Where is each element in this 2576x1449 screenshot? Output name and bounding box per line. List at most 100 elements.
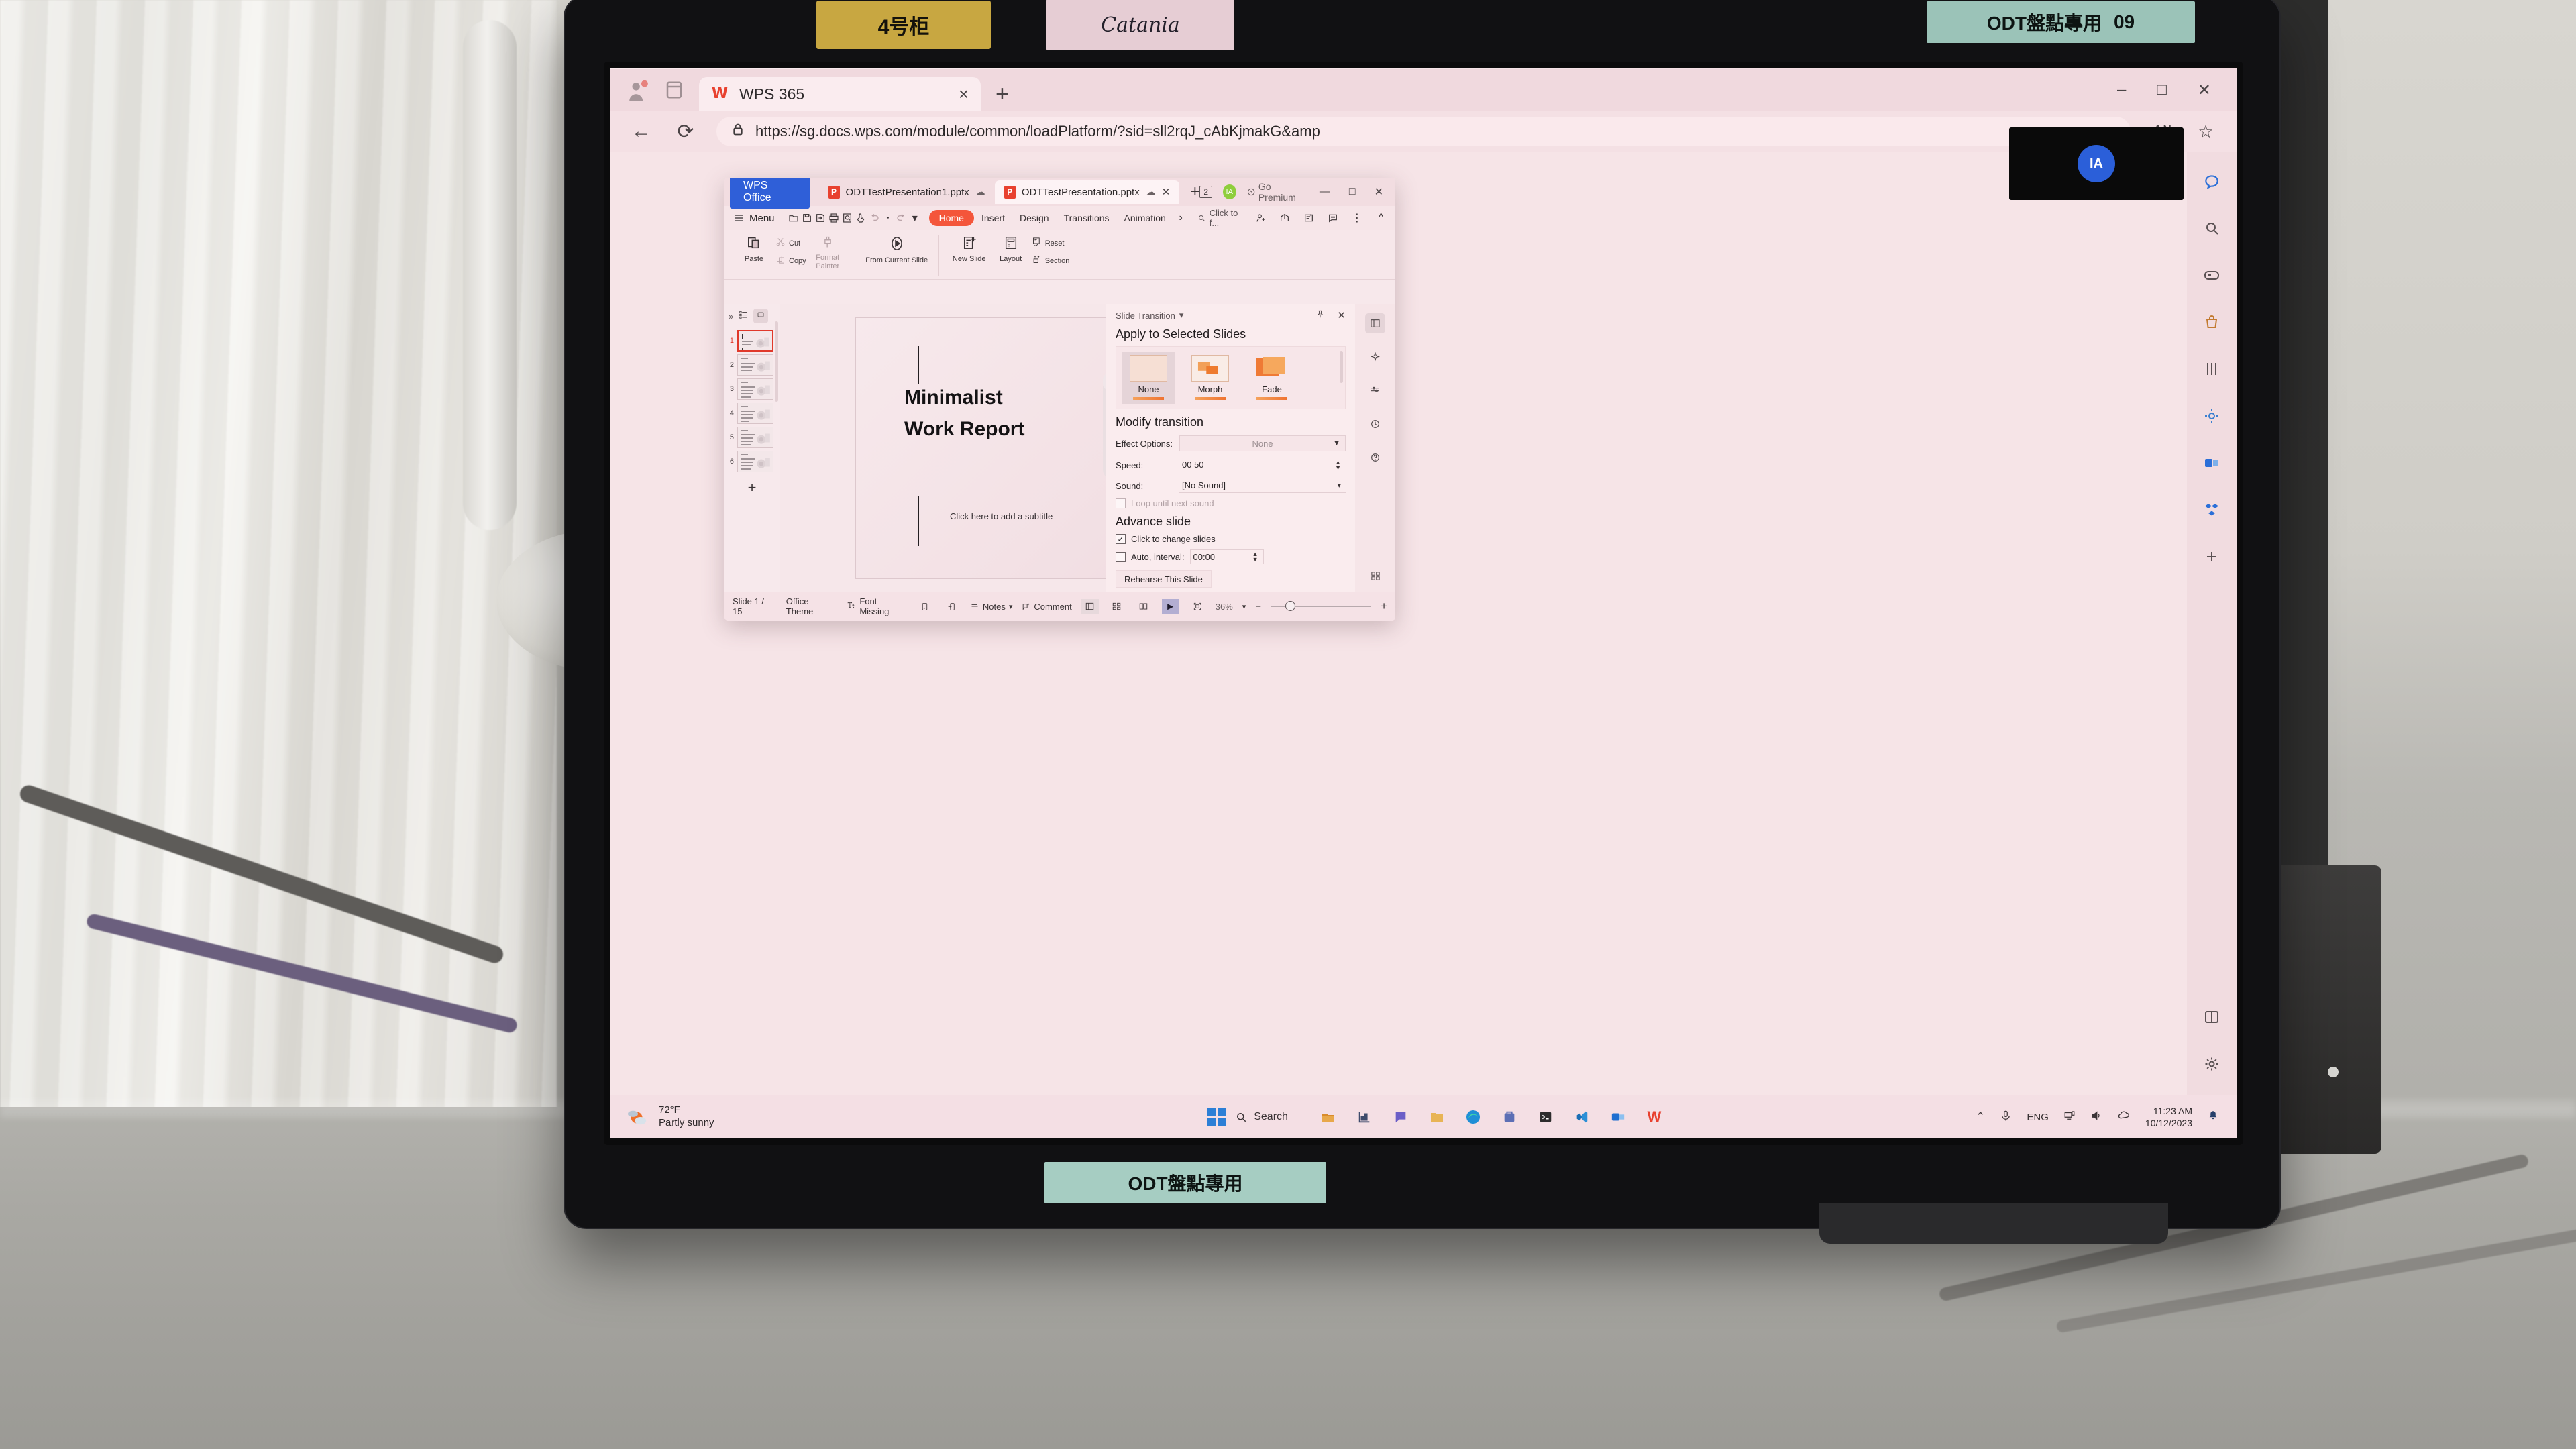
wps-tab-close-icon[interactable]: ✕ bbox=[1162, 186, 1171, 198]
copy-button[interactable]: Copy bbox=[775, 254, 806, 267]
go-premium-button[interactable]: Go Premium bbox=[1247, 181, 1305, 203]
undo-icon[interactable] bbox=[867, 209, 881, 227]
taskbar-folder-icon[interactable] bbox=[1424, 1104, 1450, 1130]
wps-maximize-button[interactable]: □ bbox=[1345, 186, 1360, 198]
taskbar-chat-icon[interactable] bbox=[1387, 1104, 1414, 1130]
back-icon[interactable]: ← bbox=[628, 118, 655, 145]
ribbon-tab-design[interactable]: Design bbox=[1012, 210, 1057, 226]
effects-icon[interactable] bbox=[1365, 347, 1385, 367]
split-screen-icon[interactable] bbox=[2198, 1003, 2226, 1031]
zoom-in-button[interactable]: + bbox=[1381, 600, 1387, 613]
taskbar-file-explorer-icon[interactable] bbox=[1315, 1104, 1342, 1130]
outline-view-icon[interactable] bbox=[739, 310, 748, 323]
transition-morph[interactable]: Morph bbox=[1184, 352, 1236, 404]
redo-icon[interactable] bbox=[895, 209, 908, 227]
browser-tab-wps365[interactable]: W WPS 365 × bbox=[699, 77, 981, 111]
sound-select[interactable]: [No Sound] ▾ bbox=[1179, 478, 1346, 493]
settings-sliders-icon[interactable] bbox=[1365, 380, 1385, 400]
add-icon[interactable] bbox=[2198, 543, 2226, 571]
slide-thumbnail[interactable] bbox=[737, 330, 773, 352]
slide-thumbnail[interactable] bbox=[737, 354, 773, 376]
search-icon[interactable] bbox=[2198, 214, 2226, 242]
slide-thumbnail-item[interactable]: 3 bbox=[726, 378, 780, 400]
panel-icon[interactable] bbox=[1365, 313, 1385, 333]
reading-view-icon[interactable] bbox=[1135, 599, 1152, 614]
ribbon-tab-home[interactable]: Home bbox=[928, 210, 974, 226]
ribbon-tab-insert[interactable]: Insert bbox=[974, 210, 1012, 226]
slide-thumbnail[interactable] bbox=[737, 402, 773, 424]
fit-to-window-icon[interactable] bbox=[1189, 599, 1206, 614]
slide-thumbnail[interactable] bbox=[737, 427, 773, 448]
zoom-slider-handle[interactable] bbox=[1285, 601, 1296, 611]
slide-thumbnail[interactable] bbox=[737, 378, 773, 400]
taskbar-outlook-icon[interactable] bbox=[1605, 1104, 1631, 1130]
transition-gallery-scrollbar[interactable] bbox=[1340, 351, 1343, 383]
theme-name[interactable]: Office Theme bbox=[786, 596, 831, 616]
slide-thumbnail-item[interactable]: 5 bbox=[726, 427, 780, 448]
pin-icon[interactable] bbox=[1316, 309, 1325, 321]
tray-overflow-icon[interactable]: ⌃ bbox=[1976, 1110, 1985, 1124]
add-slide-button[interactable]: + bbox=[724, 479, 780, 496]
undo-dropdown-icon[interactable]: • bbox=[881, 209, 894, 227]
customize-quick-access-icon[interactable]: ▾ bbox=[908, 209, 922, 227]
wps-minimize-button[interactable]: — bbox=[1316, 186, 1334, 198]
dropbox-icon[interactable] bbox=[2198, 496, 2226, 524]
language-indicator[interactable]: ENG bbox=[2027, 1112, 2049, 1123]
notes-dropdown-icon[interactable]: ▾ bbox=[1009, 602, 1013, 611]
wps-document-tab-2[interactable]: P ODTTestPresentation.pptx ☁ ✕ bbox=[994, 180, 1180, 204]
comment-toggle-button[interactable]: Comment bbox=[1022, 599, 1072, 614]
address-bar[interactable]: https://sg.docs.wps.com/module/common/lo… bbox=[716, 117, 2131, 146]
auto-interval-row[interactable]: Auto, interval: 00:00 ▲ ▼ bbox=[1116, 549, 1346, 564]
new-slide-button[interactable]: New Slide bbox=[949, 233, 990, 263]
effect-options-select[interactable]: None ▼ bbox=[1179, 435, 1346, 451]
zoom-slider[interactable] bbox=[1271, 601, 1372, 611]
find-search-box[interactable]: Click to f... bbox=[1197, 208, 1245, 228]
taskbar-chart-icon[interactable] bbox=[1351, 1104, 1378, 1130]
games-icon[interactable] bbox=[2198, 261, 2226, 289]
slide-thumbnail-item[interactable]: 6 bbox=[726, 451, 780, 472]
save-as-icon[interactable] bbox=[814, 209, 827, 227]
zoom-level[interactable]: 36% bbox=[1216, 602, 1233, 612]
notes-toggle-button[interactable]: Notes ▾ bbox=[970, 599, 1013, 614]
taskbar-vscode-icon[interactable] bbox=[1568, 1104, 1595, 1130]
font-missing-status[interactable]: Font Missing bbox=[847, 596, 900, 616]
history-icon[interactable] bbox=[1365, 414, 1385, 434]
loop-checkbox[interactable] bbox=[1116, 498, 1126, 508]
thumbnail-scrollbar[interactable] bbox=[775, 321, 778, 402]
taskbar-weather-widget[interactable]: 72°F Partly sunny bbox=[610, 1104, 899, 1130]
video-call-overlay[interactable]: IA bbox=[2009, 127, 2184, 200]
rehearse-this-slide-button[interactable]: Rehearse This Slide bbox=[1116, 570, 1212, 588]
taskbar-clock[interactable]: 11:23 AM 10/12/2023 bbox=[2145, 1105, 2192, 1129]
taskbar-store-icon[interactable] bbox=[1496, 1104, 1523, 1130]
taskbar-wps-icon[interactable]: W bbox=[1641, 1104, 1668, 1130]
wps-new-tab-button[interactable]: + bbox=[1190, 184, 1199, 200]
auto-interval-checkbox[interactable] bbox=[1116, 551, 1126, 562]
shopping-icon[interactable] bbox=[2198, 308, 2226, 336]
print-icon[interactable] bbox=[827, 209, 841, 227]
bell-icon[interactable] bbox=[2207, 1110, 2219, 1125]
new-tab-button[interactable]: + bbox=[996, 83, 1009, 105]
ribbon-tab-transitions[interactable]: Transitions bbox=[1057, 210, 1117, 226]
mic-icon[interactable] bbox=[2000, 1110, 2012, 1125]
close-icon[interactable]: ✕ bbox=[1337, 309, 1346, 321]
task-pane-title-dropdown-icon[interactable]: ▾ bbox=[1179, 310, 1184, 321]
tools-icon[interactable] bbox=[2198, 355, 2226, 383]
wps-menu-button[interactable]: Menu bbox=[734, 213, 775, 224]
slide-subtitle-placeholder[interactable]: Click here to add a subtitle bbox=[950, 511, 1053, 521]
collapse-panel-icon[interactable]: » bbox=[729, 311, 733, 321]
cut-button[interactable]: Cut bbox=[775, 237, 806, 250]
wps-document-tab-1[interactable]: P ODTTestPresentation1.pptx ☁ bbox=[819, 180, 995, 204]
format-painter-button[interactable]: Format Painter bbox=[810, 233, 845, 270]
loop-until-next-sound-row[interactable]: Loop until next sound bbox=[1116, 498, 1346, 508]
spinner-icon[interactable]: ▲ ▼ bbox=[1252, 551, 1258, 563]
slide-thumbnail[interactable] bbox=[737, 451, 773, 472]
auto-interval-input[interactable]: 00:00 ▲ ▼ bbox=[1189, 549, 1264, 564]
present-to-phone-icon[interactable] bbox=[943, 599, 961, 614]
slide-sorter-icon[interactable] bbox=[1108, 599, 1126, 614]
wps-office-button[interactable]: WPS Office bbox=[730, 178, 810, 209]
settings-gear-icon[interactable] bbox=[2198, 1050, 2226, 1078]
chevron-down-icon[interactable]: ▾ bbox=[1337, 482, 1341, 489]
slide-title-textbox[interactable]: Minimalist Work Report bbox=[904, 382, 1024, 445]
wps-user-avatar[interactable]: IA bbox=[1223, 184, 1236, 199]
touch-mode-icon[interactable] bbox=[854, 209, 867, 227]
